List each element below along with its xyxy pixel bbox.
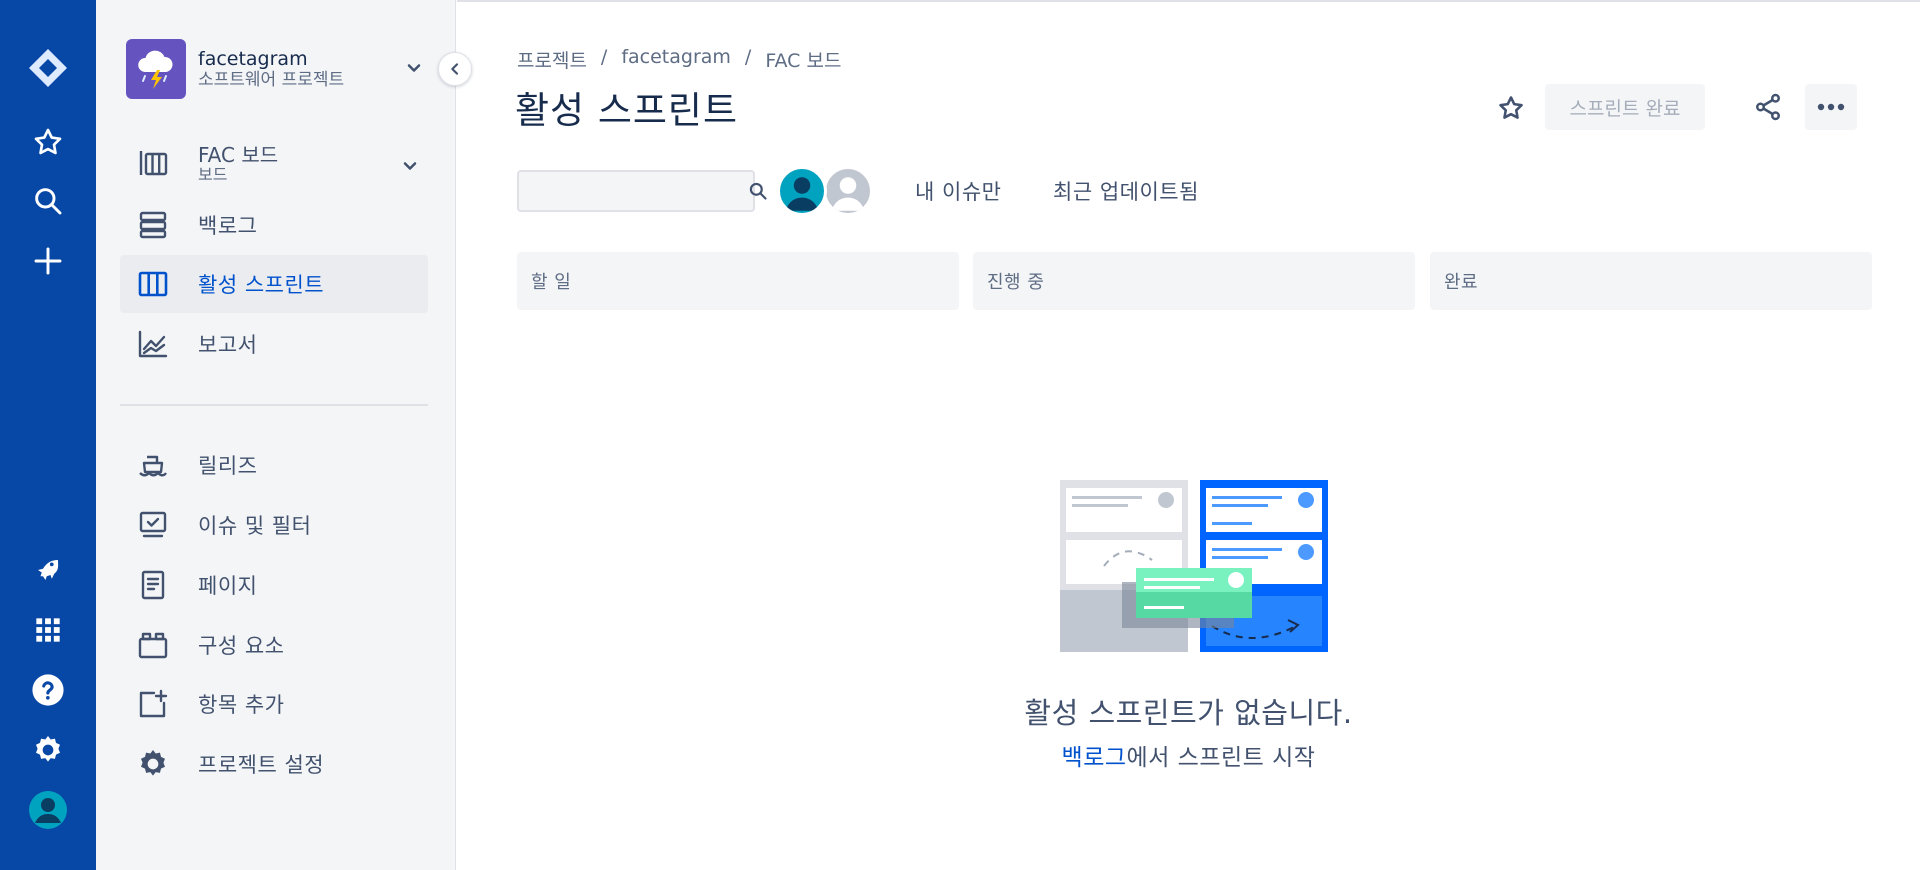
project-avatar-icon: [126, 39, 186, 99]
sidebar-divider: [120, 404, 428, 406]
chart-icon: [136, 327, 170, 361]
breadcrumb-project[interactable]: facetagram: [621, 46, 731, 73]
ship-icon: [136, 448, 170, 482]
main-content: 프로젝트 / facetagram / FAC 보드 활성 스프린트 스프린트 …: [457, 0, 1920, 870]
user-avatar-icon: [785, 177, 819, 211]
column-header-done: 완료: [1430, 252, 1872, 310]
sidebar-item-project-settings[interactable]: 프로젝트 설정: [120, 735, 428, 793]
star-icon: [1499, 96, 1523, 119]
unassigned-avatar[interactable]: [823, 166, 873, 216]
sidebar-item-label: 구성 요소: [198, 634, 285, 658]
complete-sprint-button[interactable]: 스프린트 완료: [1545, 84, 1705, 130]
sidebar-item-pages[interactable]: 페이지: [120, 556, 428, 614]
sidebar-item-label: 릴리즈: [198, 454, 258, 478]
backlog-icon: [136, 208, 170, 242]
board-icon: [136, 147, 170, 181]
project-type: 소프트웨어 프로젝트: [198, 70, 345, 90]
user-avatar[interactable]: [777, 166, 827, 216]
star-icon[interactable]: [24, 118, 72, 166]
search-field: [517, 170, 767, 212]
sidebar-item-issues-filters[interactable]: 이슈 및 필터: [120, 496, 428, 554]
sidebar-item-releases[interactable]: 릴리즈: [120, 436, 428, 494]
help-icon[interactable]: [24, 666, 72, 714]
sidebar-item-label: 이슈 및 필터: [198, 514, 312, 538]
filter-my-issues[interactable]: 내 이슈만: [915, 176, 1001, 206]
global-nav: [0, 0, 96, 870]
more-icon: [1817, 103, 1845, 111]
chevron-left-icon: [451, 63, 459, 75]
breadcrumb-separator: /: [744, 46, 752, 68]
sidebar-item-label: 백로그: [198, 214, 258, 238]
create-icon[interactable]: [24, 237, 72, 285]
sidebar-item-add-item[interactable]: 항목 추가: [120, 675, 428, 733]
empty-state-suffix: 에서 스프린트 시작: [1126, 745, 1316, 771]
backlog-link[interactable]: 백로그: [1062, 745, 1127, 771]
board-icon: [136, 267, 170, 301]
gear-icon: [136, 747, 170, 781]
empty-board-illustration: [1060, 480, 1330, 659]
add-item-icon: [136, 687, 170, 721]
app-switcher-icon[interactable]: [24, 606, 72, 654]
sidebar-item-reports[interactable]: 보고서: [120, 315, 428, 373]
sidebar-item-label: 활성 스프린트: [198, 273, 325, 297]
sidebar-item-components[interactable]: 구성 요소: [120, 616, 428, 674]
page-title: 활성 스프린트: [515, 89, 739, 132]
chevron-down-icon: [404, 58, 424, 82]
sidebar-item-label: 항목 추가: [198, 693, 285, 717]
rocket-icon[interactable]: [24, 546, 72, 594]
user-avatar-icon[interactable]: [24, 786, 72, 834]
filter-recently-updated[interactable]: 최근 업데이트됨: [1053, 176, 1199, 206]
settings-icon[interactable]: [24, 726, 72, 774]
empty-state-message: 백로그에서 스프린트 시작: [457, 738, 1920, 772]
share-icon: [1756, 93, 1780, 121]
chevron-down-icon: [400, 156, 420, 180]
board-subtitle: 보드: [198, 165, 228, 184]
issues-icon: [136, 508, 170, 542]
collapse-sidebar-button[interactable]: [438, 52, 472, 86]
search-icon: [748, 181, 768, 201]
breadcrumb-separator: /: [600, 46, 608, 68]
sidebar-item-label: 페이지: [198, 574, 258, 598]
sidebar-item-backlog[interactable]: 백로그: [120, 196, 428, 254]
column-header-in-progress: 진행 중: [973, 252, 1415, 310]
empty-state-title: 활성 스프린트가 없습니다.: [1024, 696, 1353, 730]
sidebar-item-label: 프로젝트 설정: [198, 753, 325, 777]
search-icon[interactable]: [24, 177, 72, 225]
sidebar-item-label: 보고서: [198, 333, 258, 357]
search-input[interactable]: [519, 172, 748, 210]
project-sidebar: facetagram 소프트웨어 프로젝트 FAC 보드 보드 백로그 활성 스…: [96, 0, 456, 870]
component-icon: [136, 628, 170, 662]
share-button[interactable]: [1745, 84, 1791, 130]
breadcrumb-projects[interactable]: 프로젝트: [517, 46, 587, 73]
sidebar-item-active-sprint[interactable]: 활성 스프린트: [120, 255, 428, 313]
jira-logo-icon[interactable]: [24, 44, 72, 92]
project-name: facetagram: [198, 48, 308, 70]
board-selector[interactable]: FAC 보드 보드: [120, 136, 428, 192]
more-actions-button[interactable]: [1805, 84, 1857, 130]
default-avatar-icon: [831, 177, 865, 211]
breadcrumb: 프로젝트 / facetagram / FAC 보드: [517, 46, 855, 73]
board-name: FAC 보드: [198, 143, 279, 167]
column-header-todo: 할 일: [517, 252, 959, 310]
breadcrumb-board[interactable]: FAC 보드: [765, 46, 841, 73]
page-icon: [136, 568, 170, 602]
star-button[interactable]: [1491, 88, 1531, 128]
project-header[interactable]: facetagram 소프트웨어 프로젝트: [126, 38, 426, 100]
